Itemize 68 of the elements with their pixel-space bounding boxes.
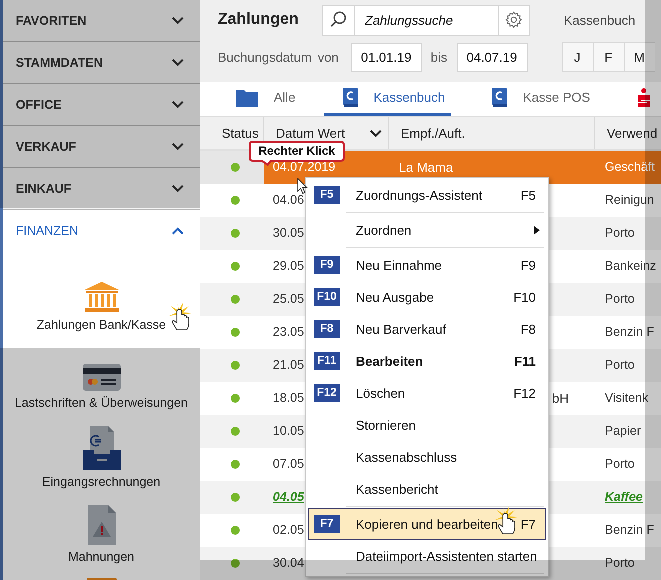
table-cell: Kaffee bbox=[605, 490, 643, 504]
shortcut-label: F12 bbox=[514, 386, 536, 401]
table-cell: Porto bbox=[605, 458, 635, 472]
shortcut-label: F5 bbox=[520, 188, 536, 203]
shortcut-label: F11 bbox=[514, 354, 536, 369]
menu-item-label: Neu Einnahme bbox=[356, 258, 442, 272]
menu-item-label: Bearbeiten bbox=[356, 354, 424, 368]
table-cell: 23.05 bbox=[273, 326, 304, 340]
to-label: bis bbox=[430, 50, 448, 64]
table-cell: Bankeinz bbox=[605, 260, 656, 274]
table-cell: Benzin F bbox=[605, 524, 654, 538]
key-badge: F8 bbox=[314, 320, 340, 338]
section-label: FAVORITEN bbox=[16, 14, 87, 28]
nav-label: Zahlungen Bank/Kasse bbox=[36, 318, 166, 332]
key-badge: F10 bbox=[314, 288, 340, 306]
section-label: VERKAUF bbox=[16, 140, 76, 154]
menu-item-label: Neu Barverkauf bbox=[356, 322, 446, 336]
shortcut-label: F9 bbox=[520, 258, 536, 273]
table-cell: 29.05 bbox=[273, 260, 304, 274]
table-cell: 21.05 bbox=[273, 358, 304, 372]
table-cell: 10.05 bbox=[273, 424, 304, 438]
key-badge: F7 bbox=[314, 515, 340, 533]
from-label: von bbox=[318, 50, 339, 64]
menu-item-label: Zuordnen bbox=[356, 222, 412, 238]
menu-item-label: Zuordnungs-Assistent bbox=[356, 188, 482, 202]
shortcut-label: F10 bbox=[514, 290, 536, 305]
table-cell: Porto bbox=[605, 358, 635, 372]
key-badge: F11 bbox=[314, 352, 340, 370]
table-cell: Geschäft bbox=[605, 160, 656, 174]
menu-item-label: Kopieren und bearbeiten bbox=[356, 516, 498, 532]
table-cell: Benzin F bbox=[605, 326, 654, 340]
table-cell: Visitenk bbox=[605, 392, 649, 406]
table-cell: Reinigun bbox=[605, 194, 654, 208]
table-cell: Porto bbox=[605, 226, 635, 240]
key-badge: F5 bbox=[314, 186, 340, 204]
table-cell: 07.05 bbox=[273, 458, 304, 472]
section-label: EINKAUF bbox=[16, 182, 72, 196]
nav-label: Eingangsrechnungen bbox=[42, 475, 161, 489]
table-cell: 30.04 bbox=[273, 556, 304, 570]
menu-item-label: Löschen bbox=[356, 386, 406, 400]
menu-item-label: Stornieren bbox=[356, 418, 416, 432]
table-cell: La Mama bbox=[399, 160, 454, 174]
table-cell: 25.05 bbox=[273, 292, 304, 306]
table-cell: Porto bbox=[605, 292, 635, 306]
table-cell: Papier bbox=[605, 424, 642, 438]
nav-label: Mahnungen bbox=[68, 550, 135, 564]
table-cell: 04.05 bbox=[273, 490, 304, 504]
date-filter-label: Buchungsdatum bbox=[218, 50, 312, 64]
menu-item-label: Kassenbericht bbox=[356, 482, 438, 496]
nav-label: Lastschriften & Überweisungen bbox=[14, 396, 188, 410]
table-cell: bH bbox=[552, 392, 569, 406]
menu-item-label: Dateiimport-Assistenten starten bbox=[356, 548, 538, 564]
section-label: STAMMDATEN bbox=[16, 56, 104, 70]
shortcut-label: F8 bbox=[520, 322, 536, 337]
key-badge: F9 bbox=[314, 256, 340, 274]
view-label: Kassenbuch bbox=[564, 12, 636, 28]
table-cell: 18.05 bbox=[273, 392, 304, 406]
shortcut-label: F7 bbox=[520, 517, 536, 532]
section-label: OFFICE bbox=[16, 98, 62, 112]
key-badge: F12 bbox=[314, 384, 340, 402]
table-cell: 02.05 bbox=[273, 524, 304, 538]
table-cell: 30.05 bbox=[273, 226, 304, 240]
menu-item-label: Neu Ausgabe bbox=[356, 290, 434, 304]
section-label: FINANZEN bbox=[16, 224, 78, 238]
table-cell: 04.06 bbox=[273, 194, 304, 208]
menu-item-label: Kassenabschluss bbox=[356, 450, 458, 464]
page-title: Zahlungen bbox=[218, 11, 300, 29]
table-cell: Porto bbox=[605, 556, 635, 570]
